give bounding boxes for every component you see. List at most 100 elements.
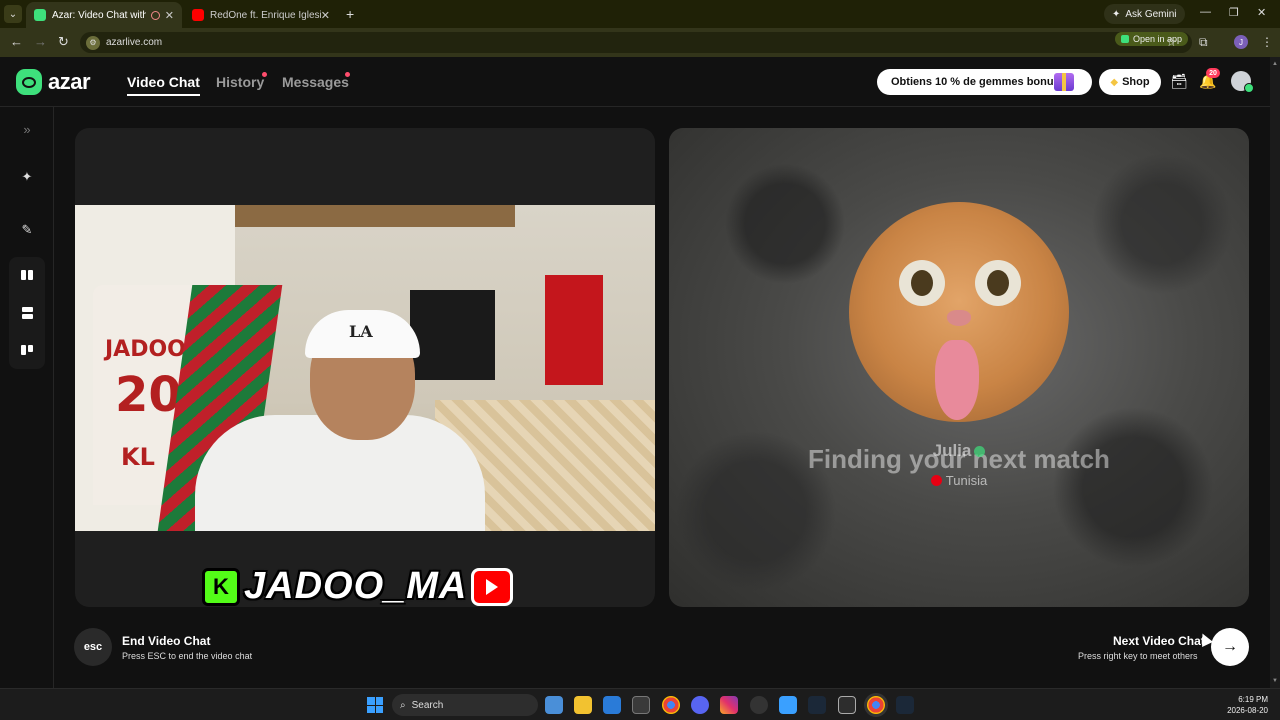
kick-logo-icon: K (202, 567, 240, 606)
chrome-icon[interactable] (662, 696, 680, 714)
edit-icon[interactable]: ✎ (17, 220, 37, 240)
tab-title: RedOne ft. Enrique Iglesias, Ase (210, 9, 321, 21)
chatgpt-icon[interactable] (750, 696, 768, 714)
cat-eye-left (899, 260, 945, 306)
youtube-logo-icon (471, 567, 514, 606)
scroll-up-icon[interactable]: ▲ (1272, 61, 1278, 67)
cat-tongue (935, 340, 979, 420)
browser-profile-avatar[interactable]: J (1234, 35, 1248, 49)
close-tab-icon[interactable]: ✕ (321, 9, 330, 22)
my-camera-feed: JADOO 20 KL LA (75, 205, 655, 531)
cat-eye-right (975, 260, 1021, 306)
cat-nose (947, 310, 971, 326)
steam-2-icon[interactable] (896, 696, 914, 714)
close-window-icon[interactable]: ✕ (1257, 6, 1266, 19)
outlook-icon[interactable] (603, 696, 621, 714)
expand-icon[interactable]: » (17, 119, 37, 139)
azar-logo[interactable]: azar (16, 69, 91, 95)
inbox-icon[interactable]: 🗃 (1170, 72, 1188, 90)
browser-toolbar: ← → ↻ ⚙ azarlive.com Open in app ☆ ⧉ ⋮ (0, 28, 1280, 57)
magic-wand-icon[interactable]: ✦ (17, 167, 37, 187)
windows-start-icon[interactable] (367, 697, 383, 713)
partner-video-panel: Finding your next match Julia Tunisia (669, 128, 1249, 607)
file-explorer-icon[interactable] (574, 696, 592, 714)
steam-icon[interactable] (808, 696, 826, 714)
tunisia-flag-icon (930, 475, 942, 486)
forward-icon[interactable]: → (34, 34, 47, 49)
layout-side-by-side-icon[interactable] (17, 265, 37, 285)
site-info-icon[interactable]: ⚙ (86, 35, 100, 50)
restore-icon[interactable]: ❐ (1229, 6, 1239, 19)
jersey-initials-text: KL (121, 443, 155, 471)
jersey-name-text: JADOO (105, 337, 186, 362)
match-name: Julia (932, 441, 972, 460)
streamer-tag: K JADOO_MA (202, 565, 514, 607)
my-video-panel: JADOO 20 KL LA K JADOO_MA (75, 128, 655, 607)
wall-shelf (235, 205, 515, 227)
nav-video-chat[interactable]: Video Chat (127, 74, 200, 96)
tab-youtube[interactable]: RedOne ft. Enrique Iglesias, Ase ✕ (184, 2, 338, 28)
system-clock[interactable]: 6:19 PM 2026-08-20 (1222, 694, 1268, 716)
verified-icon (974, 446, 986, 458)
layout-grid-icon[interactable] (17, 340, 37, 360)
gem-icon: ◆ (1110, 76, 1119, 88)
app-icon (1120, 35, 1129, 43)
ask-gemini-button[interactable]: ✦ Ask Gemini (1104, 4, 1185, 24)
user-avatar[interactable] (1231, 71, 1254, 93)
end-chat-hint: Press ESC to end the video chat (122, 651, 253, 661)
messages-unread-dot (345, 72, 350, 77)
minimize-icon[interactable]: — (1200, 6, 1211, 18)
instagram-icon[interactable] (720, 696, 738, 714)
recording-icon (150, 10, 160, 20)
address-bar[interactable]: ⚙ azarlive.com (80, 32, 1192, 53)
red-flag (545, 275, 603, 385)
back-icon[interactable]: ← (10, 34, 23, 49)
clock-date: 2026-08-20 (1227, 706, 1268, 715)
white-cap: LA (305, 310, 420, 358)
gem-bonus-promo-button[interactable]: Obtiens 10 % de gemmes bonus ! (877, 69, 1092, 95)
streamer-name: JADOO_MA (244, 565, 468, 607)
nav-history[interactable]: History (216, 74, 264, 90)
shop-button[interactable]: ◆ Shop (1099, 69, 1161, 95)
page-scrollbar[interactable]: ▲ ▼ (1270, 57, 1280, 688)
azar-favicon-icon (34, 9, 46, 21)
close-tab-icon[interactable]: ✕ (165, 9, 174, 22)
azar-logo-icon (16, 69, 42, 95)
new-tab-button[interactable]: + (346, 6, 354, 22)
url-text: azarlive.com (106, 37, 163, 48)
widgets-app-icon[interactable] (545, 696, 563, 714)
search-icon: ⌕ (400, 699, 406, 711)
tab-azar[interactable]: Azar: Video Chat with New ✕ (26, 2, 182, 28)
end-chat-esc-button[interactable]: esc (74, 628, 112, 666)
logo-text: azar (48, 69, 91, 94)
streamer-person: LA (195, 265, 485, 531)
chrome-active-icon[interactable] (867, 696, 885, 714)
browser-menu-icon[interactable]: ⋮ (1261, 35, 1273, 49)
sidebar: » ✦ ✎ (0, 107, 54, 688)
match-country: Tunisia (945, 473, 988, 488)
layout-stacked-icon[interactable] (17, 303, 37, 323)
extensions-icon[interactable]: ⧉ (1199, 35, 1208, 50)
media-app-icon[interactable] (838, 696, 856, 714)
store-icon[interactable] (632, 696, 650, 714)
taskbar-search[interactable]: ⌕ Search (392, 694, 538, 716)
clock-time: 6:19 PM (1238, 695, 1268, 704)
discord-icon[interactable] (691, 696, 709, 714)
notification-count-badge: 20 (1206, 68, 1220, 78)
open-in-app-button[interactable]: Open in app (1114, 32, 1188, 46)
jersey-number-text: 20 (115, 367, 182, 423)
azar-app: azar Video Chat History Messages Obtiens… (0, 57, 1270, 688)
promo-label: Obtiens 10 % de gemmes bonus ! (891, 76, 1067, 88)
shop-label: Shop (1122, 76, 1150, 88)
scroll-down-icon[interactable]: ▼ (1272, 678, 1278, 684)
tab-search-dropdown-icon[interactable]: ⌄ (4, 5, 22, 23)
windows-taskbar: ⌕ Search 6:19 PM 2026-08-20 (0, 688, 1280, 720)
nav-messages[interactable]: Messages (282, 74, 349, 90)
history-unread-dot (262, 72, 267, 77)
app-header: azar Video Chat History Messages Obtiens… (0, 57, 1270, 107)
reload-icon[interactable]: ↻ (58, 34, 69, 50)
bookmark-star-icon[interactable]: ☆ (1166, 35, 1177, 49)
next-chat-button[interactable]: → (1211, 628, 1249, 666)
taskbar-search-label: Search (411, 699, 444, 711)
app-icon[interactable] (779, 696, 797, 714)
